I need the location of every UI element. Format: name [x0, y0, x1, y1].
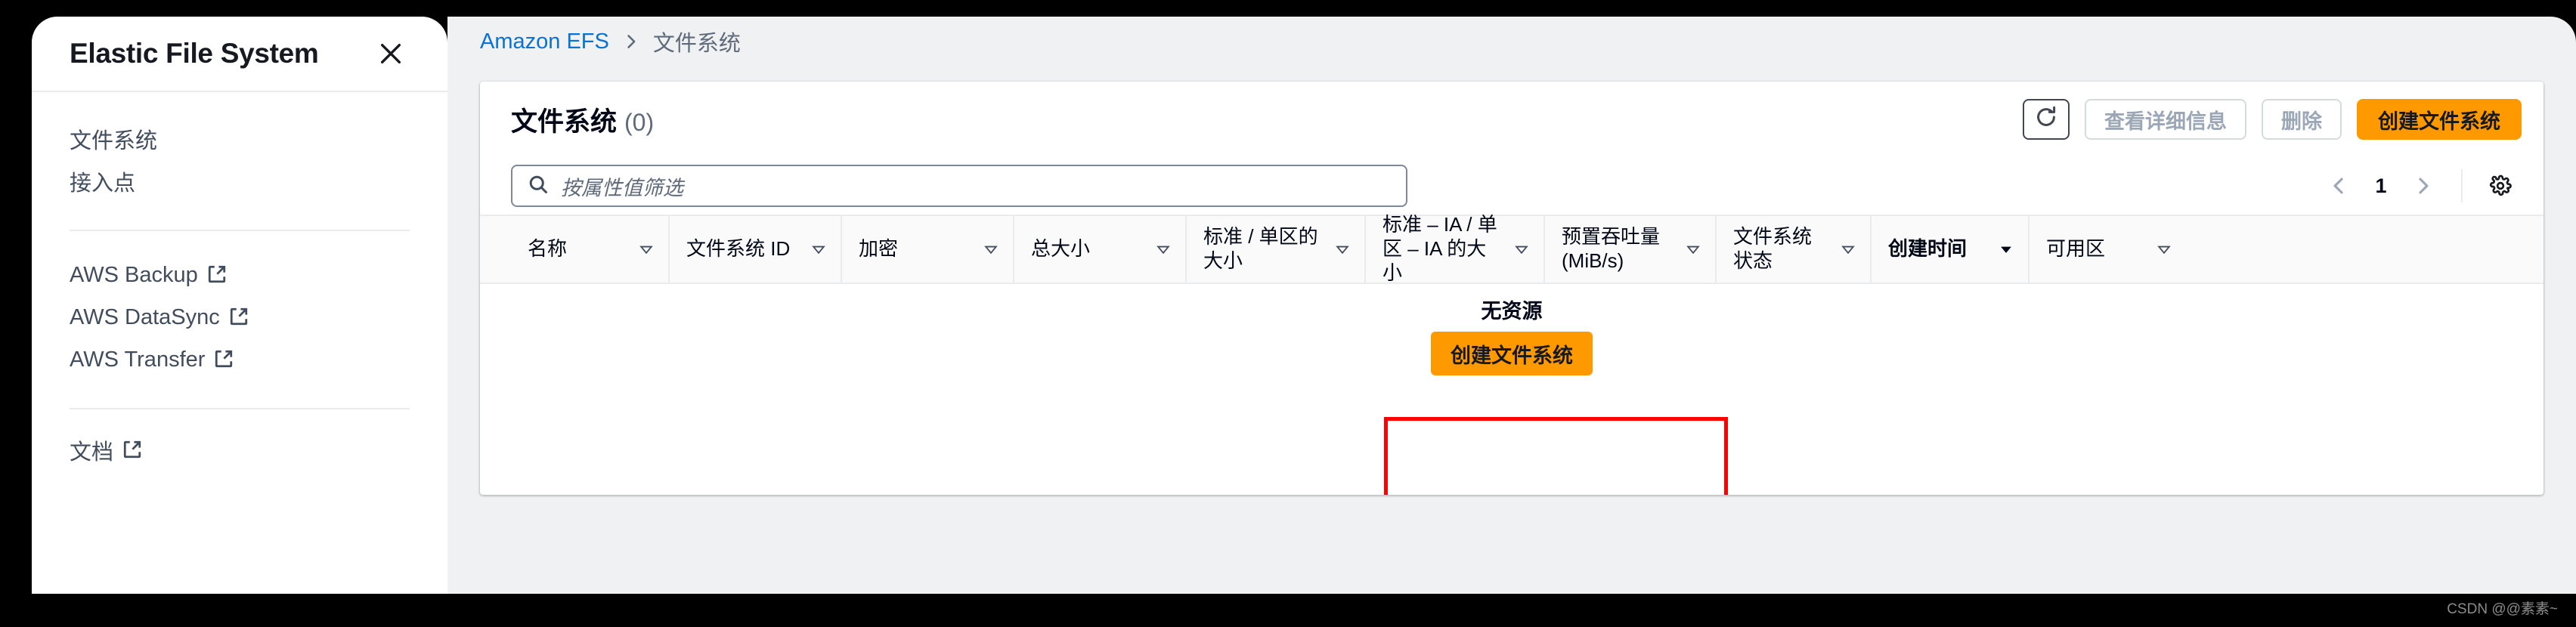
- side-navigation-docs-group: 文档: [32, 409, 447, 486]
- table-header-bar: 文件系统 (0) 查看详细信息 删除 创建文件系统: [480, 82, 2543, 157]
- pagination-prev-button[interactable]: [2317, 165, 2360, 207]
- screen: Elastic File System 文件系统 接入点 AWS Backup: [0, 0, 2576, 627]
- table-empty-state: 无资源 创建文件系统: [480, 284, 2543, 430]
- page-title-text: 文件系统: [511, 107, 618, 137]
- table-column-label: 创建时间: [1888, 237, 1968, 261]
- breadcrumb-item-amazon-efs[interactable]: Amazon EFS: [480, 29, 609, 54]
- table-column-label: 总大小: [1031, 237, 1091, 261]
- table-column-header[interactable]: 文件系统状态: [1715, 216, 1870, 283]
- sort-icon: [1336, 246, 1349, 255]
- watermark: CSDN @@素素~: [2447, 601, 2558, 617]
- table-column-label: 预置吞吐量 (MiB/s): [1562, 225, 1661, 272]
- table-column-label: 加密: [859, 237, 899, 261]
- pagination-next-button[interactable]: [2402, 165, 2444, 207]
- side-navigation-title: Elastic File System: [70, 38, 319, 69]
- table-column-label: 文件系统 ID: [686, 237, 791, 261]
- sidebar-item-access-points[interactable]: 接入点: [32, 160, 447, 202]
- external-link-icon: [122, 440, 142, 462]
- main-content: Amazon EFS 文件系统 文件系统 (0) 查看详细信息 删除 创建文件系…: [447, 17, 2576, 594]
- table-column-label: 标准 – IA / 单区 – IA 的大小: [1382, 213, 1497, 284]
- table-column-label: 标准 / 单区的大小: [1203, 225, 1318, 272]
- side-navigation-header: Elastic File System: [32, 17, 447, 92]
- sort-icon: [812, 246, 825, 255]
- table-column-header[interactable]: 加密: [841, 216, 1013, 283]
- table-header-row: 名称 文件系统 ID 加密 总大小 标准 / 单区的大小 标准 – IA / 单区 – I…: [480, 213, 2543, 284]
- sidebar-item-aws-backup[interactable]: AWS Backup: [32, 254, 447, 296]
- refresh-button[interactable]: [2023, 99, 2070, 140]
- table-column-header[interactable]: 标准 – IA / 单区 – IA 的大小: [1364, 213, 1543, 284]
- sidebar-item-aws-transfer[interactable]: AWS Transfer: [32, 338, 447, 381]
- table-column-header[interactable]: 标准 / 单区的大小: [1185, 216, 1364, 283]
- resource-count: (0): [624, 108, 655, 136]
- table-column-header[interactable]: 文件系统 ID: [668, 216, 841, 283]
- sidebar-item-label: AWS DataSync: [70, 304, 220, 329]
- sort-icon: [1841, 246, 1855, 255]
- external-link-icon: [229, 307, 249, 329]
- table-column-header[interactable]: 创建时间: [1870, 216, 2028, 283]
- file-systems-table-card: 文件系统 (0) 查看详细信息 删除 创建文件系统 按属性值筛选 1 名称 文件…: [480, 82, 2543, 495]
- sort-icon: [639, 246, 653, 255]
- table-actions: 查看详细信息 删除 创建文件系统: [2023, 99, 2522, 140]
- sidebar-item-label: AWS Transfer: [70, 347, 206, 372]
- pagination: 1: [2317, 165, 2522, 207]
- close-icon[interactable]: [373, 36, 408, 71]
- external-link-icon: [207, 264, 227, 286]
- create-file-system-button[interactable]: 创建文件系统: [2357, 99, 2522, 140]
- empty-state-title: 无资源: [1481, 300, 1543, 323]
- table-column-label: 名称: [528, 237, 568, 261]
- sidebar-item-label: AWS Backup: [70, 262, 198, 287]
- table-column-header[interactable]: 名称: [511, 216, 668, 283]
- side-navigation-links-group: AWS Backup AWS DataSync AWS Transfer: [32, 231, 447, 396]
- search-icon: [528, 174, 549, 199]
- sort-icon: [984, 246, 998, 255]
- sidebar-item-label: 文档: [70, 440, 114, 465]
- gear-icon[interactable]: [2479, 165, 2522, 207]
- table-column-header[interactable]: 总大小: [1013, 216, 1185, 283]
- view-details-button[interactable]: 查看详细信息: [2085, 99, 2246, 140]
- search-input[interactable]: 按属性值筛选: [511, 165, 1407, 207]
- chevron-right-icon: [623, 33, 639, 50]
- sort-icon: [1686, 246, 1700, 255]
- external-link-icon: [214, 349, 234, 371]
- side-navigation: Elastic File System 文件系统 接入点 AWS Backup: [32, 17, 447, 594]
- sort-icon: [2157, 246, 2171, 255]
- pagination-page-1[interactable]: 1: [2364, 165, 2398, 207]
- table-column-header[interactable]: 可用区: [2028, 216, 2186, 283]
- sidebar-item-label: 文件系统: [70, 129, 158, 153]
- breadcrumb: Amazon EFS 文件系统: [447, 17, 2576, 66]
- pagination-divider: [2461, 169, 2463, 202]
- delete-button[interactable]: 删除: [2262, 99, 2342, 140]
- sort-icon: [1156, 246, 1170, 255]
- empty-state-create-button[interactable]: 创建文件系统: [1431, 332, 1593, 375]
- sidebar-item-file-systems[interactable]: 文件系统: [32, 118, 447, 160]
- page-title: 文件系统 (0): [511, 100, 654, 139]
- sort-desc-active-icon: [2001, 246, 2011, 253]
- table-column-header[interactable]: 预置吞吐量 (MiB/s): [1543, 216, 1715, 283]
- sort-icon: [1515, 246, 1528, 255]
- sidebar-item-label: 接入点: [70, 171, 136, 196]
- search-placeholder: 按属性值筛选: [561, 176, 683, 199]
- breadcrumb-item-file-systems: 文件系统: [652, 32, 741, 56]
- sidebar-item-documentation[interactable]: 文档: [32, 429, 447, 471]
- sidebar-item-aws-datasync[interactable]: AWS DataSync: [32, 296, 447, 338]
- side-navigation-primary-group: 文件系统 接入点: [32, 92, 447, 218]
- table-column-label: 可用区: [2046, 237, 2106, 261]
- table-column-label: 文件系统状态: [1733, 225, 1813, 272]
- table-filter-row: 按属性值筛选 1: [480, 157, 2543, 215]
- refresh-icon: [2034, 105, 2058, 134]
